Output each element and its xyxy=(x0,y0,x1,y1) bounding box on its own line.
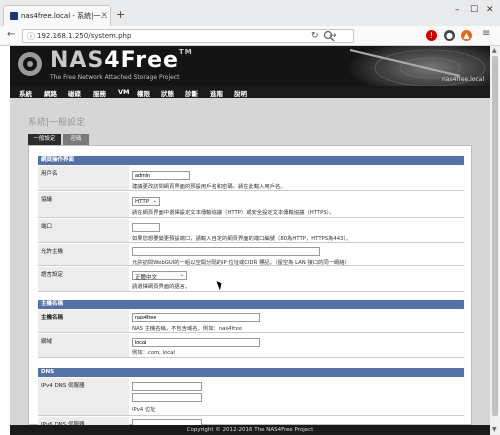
language-select[interactable]: 正體中文 ⌄ xyxy=(132,271,187,281)
host-name-label: 主機名稱 xyxy=(38,310,129,332)
port-input[interactable] xyxy=(132,223,160,232)
back-button[interactable]: ← xyxy=(7,29,15,40)
extension-user-icon[interactable]: ● xyxy=(444,30,455,41)
maximize-button[interactable]: ☐ xyxy=(470,5,478,15)
menu-icon[interactable]: ≡ xyxy=(482,28,490,39)
search-icon xyxy=(323,30,335,42)
site-footer: Copyright © 2012-2016 The NAS4Free Proje… xyxy=(10,425,490,435)
menu-status[interactable]: 狀態 xyxy=(161,88,174,98)
menu-services[interactable]: 服務 xyxy=(93,88,106,98)
favicon-icon xyxy=(10,12,18,20)
host-name-input[interactable] xyxy=(132,313,260,322)
menu-help[interactable]: 說明 xyxy=(234,88,247,98)
row-port: 端口 如果您想要變更預設端口，請輸入自定的網頁界面的端口編號（80為HTTP，H… xyxy=(38,219,464,243)
section-dns-header: DNS xyxy=(38,368,464,377)
chevron-down-icon: ⌄ xyxy=(179,272,184,278)
language-help: 請選擇網頁界面的語言。 xyxy=(132,284,191,290)
protocol-help: 請在網頁界面中選擇設定文本傳輸協議（HTTP）或安全設定文本傳輸協議（HTTPS… xyxy=(132,210,335,216)
page-title: 系統|一般設定 xyxy=(28,118,86,128)
site-logo[interactable]: NAS4FreeTM xyxy=(50,48,193,73)
search-bar[interactable] xyxy=(322,29,362,43)
row-username: 用戶名 建議更改訪問網頁界面的預設用戶名和密碼，請在此輸入用戶名。 xyxy=(38,166,464,191)
navigation-toolbar: ← ⓘ 192.168.1.250/system.php ↻ → ! ● ▲ ≡ xyxy=(0,26,500,46)
hostname-label: nas4free.local xyxy=(442,76,485,83)
username-help: 建議更改訪問網頁界面的預設用戶名和密碼，請在此輸入用戶名。 xyxy=(132,184,286,190)
row-domain: 網域 例如：com, local xyxy=(38,334,464,358)
username-input[interactable] xyxy=(132,171,190,180)
settings-panel: 網頁操作界面 用戶名 建議更改訪問網頁界面的預設用戶名和密碼，請在此輸入用戶名。… xyxy=(28,145,472,428)
row-language: 語言設定 正體中文 ⌄ 請選擇網頁界面的語言。 xyxy=(38,267,464,292)
scroll-up-icon[interactable]: ▲ xyxy=(492,47,497,54)
extension-fox-icon[interactable]: ▲ xyxy=(461,30,472,41)
allowed-hosts-label: 允許主機 xyxy=(38,244,129,265)
menu-network[interactable]: 網路 xyxy=(44,88,57,98)
language-label: 語言設定 xyxy=(38,267,129,291)
protocol-label: 協議 xyxy=(38,192,129,217)
row-dns-server: IPv4 DNS 伺服器 IPv4 位址 xyxy=(38,378,464,416)
host-name-help: NAS 主機名稱，不包含域名。例如：nas4free xyxy=(132,326,243,332)
section-webgui-header: 網頁操作界面 xyxy=(38,156,464,165)
menu-access[interactable]: 權限 xyxy=(137,88,150,98)
logo-dot xyxy=(27,61,33,67)
tab-close-icon[interactable]: × xyxy=(101,10,108,19)
allowed-hosts-help: 允許訪問WebGUI的一組以空間分隔的IP 位址或CIDR 標記。（留空為 LA… xyxy=(132,260,350,266)
row-protocol: 協議 HTTP ⌄ 請在網頁界面中選擇設定文本傳輸協議（HTTP）或安全設定文本傳… xyxy=(38,192,464,218)
tab-password[interactable]: 密碼 xyxy=(63,134,89,145)
dns-server-1-input[interactable] xyxy=(132,382,202,391)
extension-shield-icon[interactable]: ! xyxy=(426,30,437,41)
page-content: 系統|一般設定 一般設定 密碼 網頁操作界面 用戶名 建議更改訪問網頁界面的預設… xyxy=(10,98,490,428)
row-host-name: 主機名稱 NAS 主機名稱，不包含域名。例如：nas4free xyxy=(38,310,464,333)
browser-tab[interactable]: nas4free.local - 系統|一... × xyxy=(3,5,111,26)
menu-disks[interactable]: 磁碟 xyxy=(68,88,81,98)
chevron-down-icon: ⌄ xyxy=(152,198,157,204)
domain-help: 例如：com, local xyxy=(132,350,175,356)
minimize-button[interactable]: – xyxy=(455,5,460,15)
domain-label: 網域 xyxy=(38,334,129,357)
reload-icon[interactable]: ↻ xyxy=(311,31,319,41)
browser-tab-strip: nas4free.local - 系統|一... × + – ☐ ✕ xyxy=(0,0,500,26)
protocol-select[interactable]: HTTP ⌄ xyxy=(132,197,160,206)
main-menu: 系統 網路 磁碟 服務 VM 權限 狀態 診斷 進階 說明 xyxy=(10,86,490,98)
dns-server-2-input[interactable] xyxy=(132,393,202,402)
allowed-hosts-input[interactable] xyxy=(132,247,320,256)
page-scrollbar[interactable]: ▲ ▼ xyxy=(490,46,500,435)
port-label: 端口 xyxy=(38,219,129,242)
site-header: NAS4FreeTM The Free Network Attached Sto… xyxy=(10,46,490,86)
port-help: 如果您想要變更預設端口，請輸入自定的網頁界面的端口編號（80為HTTP，HTTP… xyxy=(132,236,352,242)
dns-server-label: IPv4 DNS 伺服器 xyxy=(38,378,129,415)
menu-vm[interactable]: VM xyxy=(118,88,130,96)
username-label: 用戶名 xyxy=(38,166,129,190)
site-tagline: The Free Network Attached Storage Projec… xyxy=(50,74,180,81)
close-window-button[interactable]: ✕ xyxy=(486,5,494,15)
section-hostname-header: 主機名稱 xyxy=(38,300,464,309)
url-bar[interactable]: ⓘ 192.168.1.250/system.php ↻ → xyxy=(22,29,354,43)
menu-system[interactable]: 系統 xyxy=(19,88,32,98)
row-allowed-hosts: 允許主機 允許訪問WebGUI的一組以空間分隔的IP 位址或CIDR 標記。（留… xyxy=(38,244,464,266)
domain-input[interactable] xyxy=(132,338,260,347)
menu-advanced[interactable]: 進階 xyxy=(210,88,223,98)
url-text[interactable]: 192.168.1.250/system.php xyxy=(37,32,131,40)
tab-title: nas4free.local - 系統|一... xyxy=(21,12,108,20)
scrollbar-thumb[interactable] xyxy=(492,56,498,416)
info-icon[interactable]: ⓘ xyxy=(27,31,35,42)
menu-diagnostics[interactable]: 診斷 xyxy=(185,88,198,98)
dns-server-help: IPv4 位址 xyxy=(132,407,156,413)
scroll-down-icon[interactable]: ▼ xyxy=(492,426,497,433)
new-tab-button[interactable]: + xyxy=(116,8,125,21)
tab-general[interactable]: 一般設定 xyxy=(28,134,61,145)
